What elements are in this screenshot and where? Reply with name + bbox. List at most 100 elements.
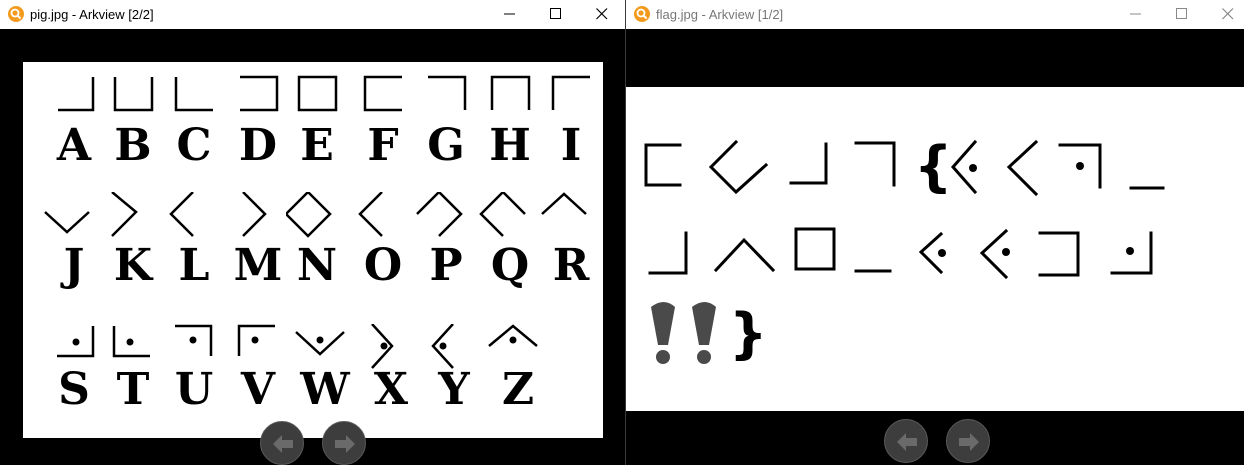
window-title: pig.jpg - Arkview [2/2] xyxy=(30,7,154,22)
legend-cell: R xyxy=(540,192,602,302)
previous-image-button[interactable] xyxy=(260,421,304,465)
legend-cell: P xyxy=(415,192,477,302)
exclamation-mark xyxy=(697,350,711,364)
cipher-glyph xyxy=(648,231,688,275)
next-image-button[interactable] xyxy=(946,419,990,463)
legend-dot xyxy=(316,336,324,344)
cipher-glyph xyxy=(979,228,1009,280)
cipher-dot xyxy=(1076,162,1084,170)
legend-glyph xyxy=(113,77,154,112)
legend-glyph xyxy=(169,192,194,237)
legend-glyph xyxy=(44,211,90,234)
viewer-window-flag: flag.jpg - Arkview [1/2] {} xyxy=(626,0,1244,465)
cipher-glyph xyxy=(854,141,896,187)
legend-dot xyxy=(251,336,259,344)
legend-letter: Y xyxy=(438,364,470,415)
legend-dot xyxy=(126,338,134,346)
legend-letter: N xyxy=(296,240,338,291)
legend-cell: X xyxy=(360,324,422,434)
cipher-glyph xyxy=(713,237,776,273)
close-icon xyxy=(1222,8,1234,20)
minimize-icon xyxy=(1130,13,1141,15)
cipher-glyph xyxy=(794,227,836,271)
title-bar[interactable]: pig.jpg - Arkview [2/2] xyxy=(0,0,625,29)
previous-image-button[interactable] xyxy=(884,419,928,463)
pigpen-cipher-chart: ABCDEFGHIJKLMNOPQRSTUVWXYZ xyxy=(23,62,603,438)
legend-dot xyxy=(380,342,388,350)
arrow-right-icon xyxy=(335,435,355,453)
legend-letter: W xyxy=(300,364,350,415)
legend-letter: V xyxy=(240,364,276,415)
legend-glyph xyxy=(428,75,467,110)
legend-dot xyxy=(189,336,197,344)
maximize-button[interactable] xyxy=(1159,0,1205,29)
legend-cell: F xyxy=(352,72,414,182)
legend-cell: T xyxy=(102,324,164,434)
legend-letter: C xyxy=(176,120,212,171)
next-image-button[interactable] xyxy=(322,421,366,465)
legend-cell: N xyxy=(286,192,348,302)
legend-glyph xyxy=(286,192,332,238)
arrow-left-icon xyxy=(897,433,917,451)
cipher-dot xyxy=(1126,247,1134,255)
legend-letter: L xyxy=(178,240,210,291)
title-bar[interactable]: flag.jpg - Arkview [1/2] xyxy=(626,0,1244,29)
window-title: flag.jpg - Arkview [1/2] xyxy=(656,7,784,22)
legend-cell: H xyxy=(479,72,541,182)
exclamation-mark xyxy=(692,302,716,345)
cipher-dot xyxy=(938,249,946,257)
cipher-dot xyxy=(969,164,977,172)
legend-letter: U xyxy=(174,364,214,415)
legend-dot xyxy=(439,342,447,350)
minimize-icon xyxy=(504,13,515,15)
pigpen-cipher-flag: { } xyxy=(644,135,1165,365)
legend-glyph xyxy=(490,75,531,110)
legend-glyph xyxy=(551,75,590,110)
minimize-button[interactable] xyxy=(487,0,533,29)
legend-glyph xyxy=(58,77,95,112)
viewer-window-pig: pig.jpg - Arkview [2/2] ABCDEFGHIJKLMNOP… xyxy=(0,0,625,465)
legend-cell: B xyxy=(102,72,164,182)
legend-letter: E xyxy=(300,120,334,171)
legend-glyph xyxy=(242,192,267,237)
legend-glyph xyxy=(541,192,587,215)
exclamation-mark xyxy=(656,350,670,364)
exclamation-mark xyxy=(651,302,675,345)
legend-cell: O xyxy=(352,192,414,302)
arrow-left-icon xyxy=(273,435,293,453)
legend-glyph xyxy=(416,192,463,237)
legend-letter: G xyxy=(427,120,465,171)
image-viewport[interactable]: ABCDEFGHIJKLMNOPQRSTUVWXYZ xyxy=(0,29,625,465)
encrypted-flag-image: { } xyxy=(626,87,1244,411)
close-button[interactable] xyxy=(1205,0,1244,29)
legend-cell: C xyxy=(163,72,225,182)
cipher-glyph xyxy=(1006,139,1039,197)
legend-glyph xyxy=(111,192,138,237)
legend-cell: Z xyxy=(487,324,549,434)
legend-cell: Y xyxy=(423,324,485,434)
cipher-glyph xyxy=(789,142,828,185)
legend-cell: V xyxy=(227,324,289,434)
image-viewport[interactable]: { } xyxy=(626,29,1244,465)
close-icon xyxy=(596,8,608,20)
legend-glyph xyxy=(479,192,526,237)
legend-glyph xyxy=(174,77,213,112)
arrow-right-icon xyxy=(959,433,979,451)
cipher-dot xyxy=(1002,248,1010,256)
legend-cell: Q xyxy=(479,192,541,302)
arkview-app-icon xyxy=(8,6,24,22)
minimize-button[interactable] xyxy=(1113,0,1159,29)
maximize-icon xyxy=(1176,8,1187,19)
legend-letter: I xyxy=(560,120,582,171)
legend-dot xyxy=(72,338,80,346)
maximize-icon xyxy=(550,8,561,19)
cipher-glyph xyxy=(1038,231,1080,277)
legend-glyph xyxy=(297,75,338,112)
legend-dot xyxy=(509,336,517,344)
maximize-button[interactable] xyxy=(533,0,579,29)
legend-cell: W xyxy=(294,324,356,434)
flag-close-brace: } xyxy=(729,302,767,365)
close-button[interactable] xyxy=(579,0,625,29)
legend-cell: K xyxy=(102,192,164,302)
legend-cell: U xyxy=(163,324,225,434)
